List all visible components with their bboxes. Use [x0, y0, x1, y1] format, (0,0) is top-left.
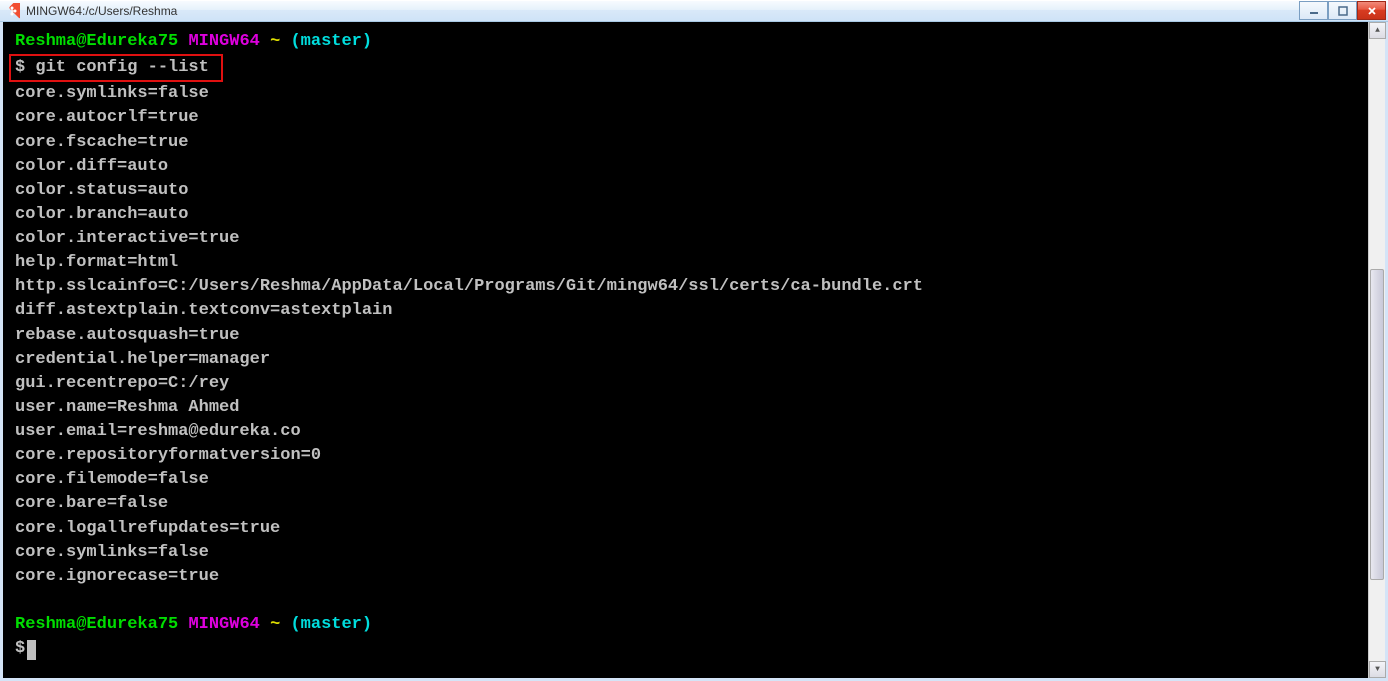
output-line: core.repositoryformatversion=0 [15, 444, 1381, 468]
prompt-user-host: Reshma@Edureka75 [15, 615, 178, 634]
window-title: MINGW64:/c/Users/Reshma [26, 4, 177, 18]
window-controls [1299, 1, 1386, 20]
prompt-tilde: ~ [270, 615, 280, 634]
prompt-line-2: Reshma@Edureka75 MINGW64 ~ (master) [15, 613, 1381, 637]
output-line: color.interactive=true [15, 227, 1381, 251]
prompt-dollar: $ [15, 58, 25, 77]
output-line: user.email=reshma@edureka.co [15, 420, 1381, 444]
output-line: core.ignorecase=true [15, 565, 1381, 589]
output-line: core.logallrefupdates=true [15, 517, 1381, 541]
terminal-content: Reshma@Edureka75 MINGW64 ~ (master) $ gi… [7, 30, 1381, 661]
prompt-tilde: ~ [270, 32, 280, 51]
titlebar[interactable]: MINGW64:/c/Users/Reshma [0, 0, 1388, 22]
output-line: core.autocrlf=true [15, 106, 1381, 130]
blank-line [15, 589, 1381, 613]
app-icon [4, 3, 20, 19]
scrollbar[interactable]: ▲ ▼ [1368, 22, 1385, 678]
terminal-area[interactable]: Reshma@Edureka75 MINGW64 ~ (master) $ gi… [0, 22, 1388, 681]
command-line-1: $ git config --list [15, 54, 1381, 82]
output-line: core.fscache=true [15, 131, 1381, 155]
scrollbar-track[interactable] [1369, 39, 1385, 661]
prompt-branch: (master) [290, 32, 372, 51]
output-line: diff.astextplain.textconv=astextplain [15, 299, 1381, 323]
output-line: rebase.autosquash=true [15, 324, 1381, 348]
scrollbar-up-arrow[interactable]: ▲ [1369, 22, 1386, 39]
prompt-user-host: Reshma@Edureka75 [15, 32, 178, 51]
output-line: user.name=Reshma Ahmed [15, 396, 1381, 420]
scrollbar-down-arrow[interactable]: ▼ [1369, 661, 1386, 678]
output-line: core.bare=false [15, 492, 1381, 516]
output-line: core.symlinks=false [15, 82, 1381, 106]
command-highlight-box: $ git config --list [9, 54, 223, 82]
prompt-mingw: MINGW64 [188, 32, 259, 51]
output-container: core.symlinks=falsecore.autocrlf=truecor… [15, 82, 1381, 589]
output-line: help.format=html [15, 251, 1381, 275]
output-line: color.diff=auto [15, 155, 1381, 179]
maximize-button[interactable] [1328, 1, 1357, 20]
minimize-button[interactable] [1299, 1, 1328, 20]
output-line: gui.recentrepo=C:/rey [15, 372, 1381, 396]
prompt-dollar: $ [15, 639, 25, 658]
prompt-line-1: Reshma@Edureka75 MINGW64 ~ (master) [15, 30, 1381, 54]
git-bash-window: MINGW64:/c/Users/Reshma Reshma@Edureka75… [0, 0, 1388, 681]
scrollbar-thumb[interactable] [1370, 269, 1384, 580]
close-button[interactable] [1357, 1, 1386, 20]
command-text: git config --list [35, 58, 208, 77]
output-line: color.status=auto [15, 179, 1381, 203]
output-line: credential.helper=manager [15, 348, 1381, 372]
output-line: color.branch=auto [15, 203, 1381, 227]
command-line-2[interactable]: $ [15, 637, 1381, 661]
cursor [27, 640, 36, 660]
prompt-branch: (master) [290, 615, 372, 634]
output-line: core.filemode=false [15, 468, 1381, 492]
output-line: core.symlinks=false [15, 541, 1381, 565]
output-line: http.sslcainfo=C:/Users/Reshma/AppData/L… [15, 275, 1381, 299]
prompt-mingw: MINGW64 [188, 615, 259, 634]
